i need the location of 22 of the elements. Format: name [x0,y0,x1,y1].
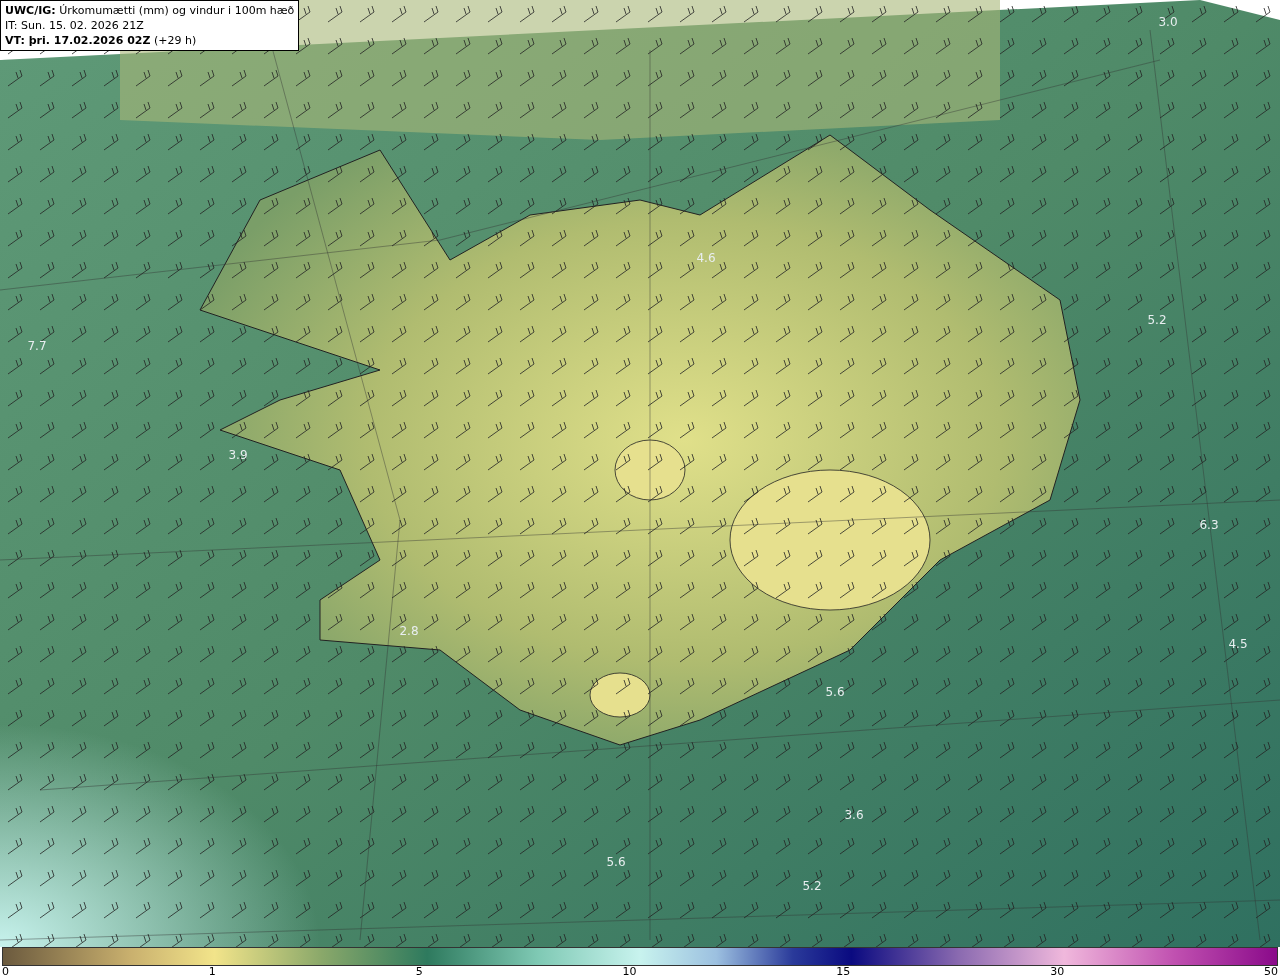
contour-value-label: 2.8 [399,624,419,638]
scale-tick-label: 50 [1263,966,1278,978]
map-title: UWC/IG: Úrkomumætti (mm) og vindur i 100m hæð [5,3,295,18]
contour-value-label: 4.6 [696,251,716,265]
scale-tick-label: 0 [2,966,9,978]
contour-value-label: 3.0 [1158,15,1178,29]
contour-value-label: 5.6 [825,685,845,699]
scale-tick-label: 5 [415,966,423,978]
contour-value-label: 4.5 [1228,637,1248,651]
contour-value-label: 5.6 [606,855,626,869]
contour-value-label: 3.6 [844,808,864,822]
scale-tick-label: 15 [836,966,851,978]
valid-time: VT: þri. 17.02.2026 02Z (+29 h) [5,33,198,48]
scale-tick-label: 10 [622,966,637,978]
contour-value-label: 6.3 [1199,518,1219,532]
scale-tick-label: 30 [1050,966,1065,978]
contour-value-label: 5.2 [1147,313,1167,327]
contour-value-label: 3.9 [228,448,248,462]
issue-time: IT: Sun. 15. 02. 2026 21Z [5,18,145,33]
scale-tick-label: 1 [208,966,216,978]
contour-value-label: 7.7 [27,339,47,353]
contour-value-label: 5.2 [802,879,822,893]
